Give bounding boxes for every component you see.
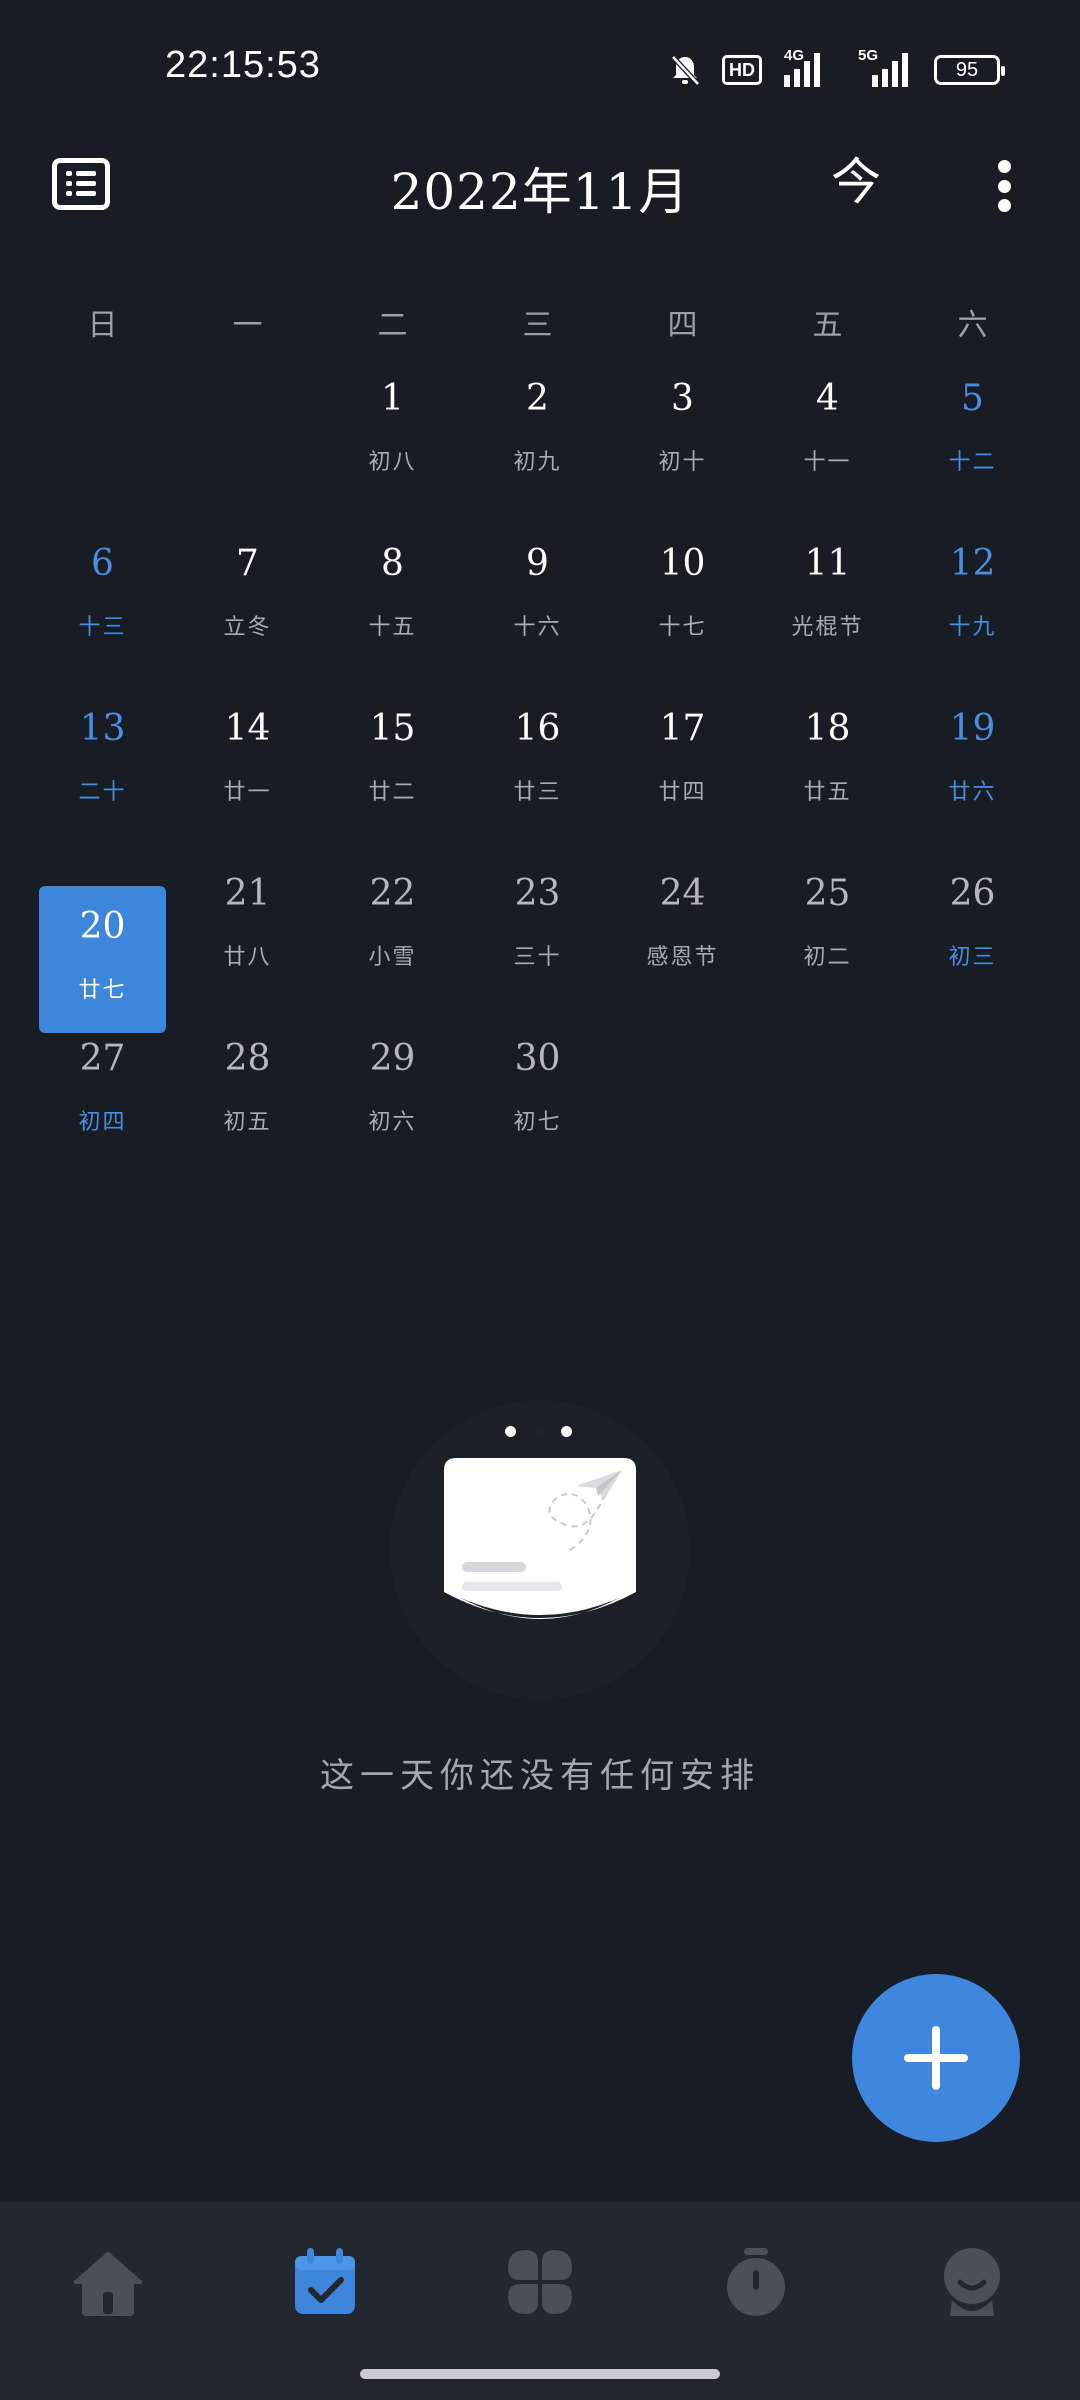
page-dots (505, 1426, 575, 1438)
day-cell[interactable]: 30 初七 (474, 1018, 601, 1165)
day-cell[interactable]: 9 十六 (474, 523, 601, 670)
day-cell-selected[interactable]: 20 廿七 (39, 886, 166, 1033)
weekday-label: 五 (812, 308, 843, 343)
day-cell[interactable]: 4 十一 (764, 358, 891, 505)
weekday-row: 日 一 二 三 四 五 六 (0, 290, 1080, 350)
day-cell[interactable]: 7 立冬 (184, 523, 311, 670)
day-cell[interactable]: 26 初三 (909, 853, 1036, 1000)
page-dot (561, 1426, 572, 1437)
dot (997, 179, 1011, 193)
calendar-check-icon[interactable] (285, 2242, 365, 2322)
status-time: 22:15:53 (165, 44, 321, 86)
day-cell[interactable]: 14 廿一 (184, 688, 311, 835)
battery-icon: 95 (934, 55, 1005, 85)
month-title[interactable]: 2022年11月 (0, 152, 1080, 224)
timer-icon[interactable] (716, 2242, 796, 2322)
day-cell[interactable]: 1 初八 (329, 358, 456, 505)
day-cell[interactable]: 13 二十 (39, 688, 166, 835)
day-cell[interactable]: 2 初九 (474, 358, 601, 505)
day-cell[interactable]: 24 感恩节 (619, 853, 746, 1000)
day-cell[interactable]: 27 初四 (39, 1018, 166, 1165)
day-cell[interactable]: 16 廿三 (474, 688, 601, 835)
status-icons: HD 4G 5G 95 (670, 47, 1005, 90)
dot (997, 199, 1011, 212)
empty-state-message: 这一天你还没有任何安排 (320, 1756, 760, 1796)
battery-level: 95 (955, 58, 979, 81)
day-cell[interactable]: 5 十二 (909, 358, 1036, 505)
weekday-label: 三 (522, 308, 553, 343)
weekday-label: 六 (957, 308, 988, 343)
dot (997, 160, 1011, 173)
day-cell[interactable]: 3 初十 (619, 358, 746, 505)
hd-voice-icon: HD (722, 55, 762, 85)
page-dot (533, 1426, 544, 1437)
weekday-label: 二 (377, 308, 408, 343)
network-4g-label: 4G (784, 47, 805, 64)
status-bar: 22:15:53 HD 4G 5G 95 (0, 0, 1080, 130)
day-cell[interactable]: 28 初五 (184, 1018, 311, 1165)
day-cell[interactable]: 8 十五 (329, 523, 456, 670)
empty-schedule-illustration (390, 1400, 690, 1700)
day-cell[interactable]: 15 廿二 (329, 688, 456, 835)
signal-5g-icon: 5G (852, 47, 912, 87)
day-cell[interactable]: 12 十九 (909, 523, 1036, 670)
day-cell[interactable]: 22 小雪 (329, 853, 456, 1000)
network-5g-label: 5G (858, 47, 879, 64)
page-dot (505, 1426, 516, 1437)
day-cell[interactable]: 18 廿五 (764, 688, 891, 835)
home-indicator[interactable] (360, 2369, 720, 2379)
day-cell[interactable]: 17 廿四 (619, 688, 746, 835)
weekday-label: 四 (667, 308, 698, 343)
grid-apps-icon[interactable] (500, 2242, 580, 2322)
day-cell[interactable]: 11 光棍节 (764, 523, 891, 670)
today-button[interactable]: 今 (828, 152, 884, 212)
day-cell[interactable]: 6 十三 (39, 523, 166, 670)
day-cell[interactable]: 23 三十 (474, 853, 601, 1000)
day-cell[interactable]: 21 廿八 (184, 853, 311, 1000)
add-event-button[interactable] (852, 1974, 1020, 2142)
day-cell[interactable]: 29 初六 (329, 1018, 456, 1165)
home-icon[interactable] (68, 2242, 148, 2322)
bell-off-icon (671, 55, 700, 86)
calendar-header: 2022年11月 今 (0, 130, 1080, 240)
signal-4g-icon: 4G (784, 47, 830, 87)
day-cell[interactable]: 19 廿六 (909, 688, 1036, 835)
weekday-label: 日 (87, 308, 118, 343)
weekday-label: 一 (232, 308, 263, 343)
day-cell[interactable]: 10 十七 (619, 523, 746, 670)
more-options-button[interactable] (996, 160, 1012, 212)
day-cell[interactable]: 25 初二 (764, 853, 891, 1000)
profile-icon[interactable] (932, 2242, 1012, 2322)
